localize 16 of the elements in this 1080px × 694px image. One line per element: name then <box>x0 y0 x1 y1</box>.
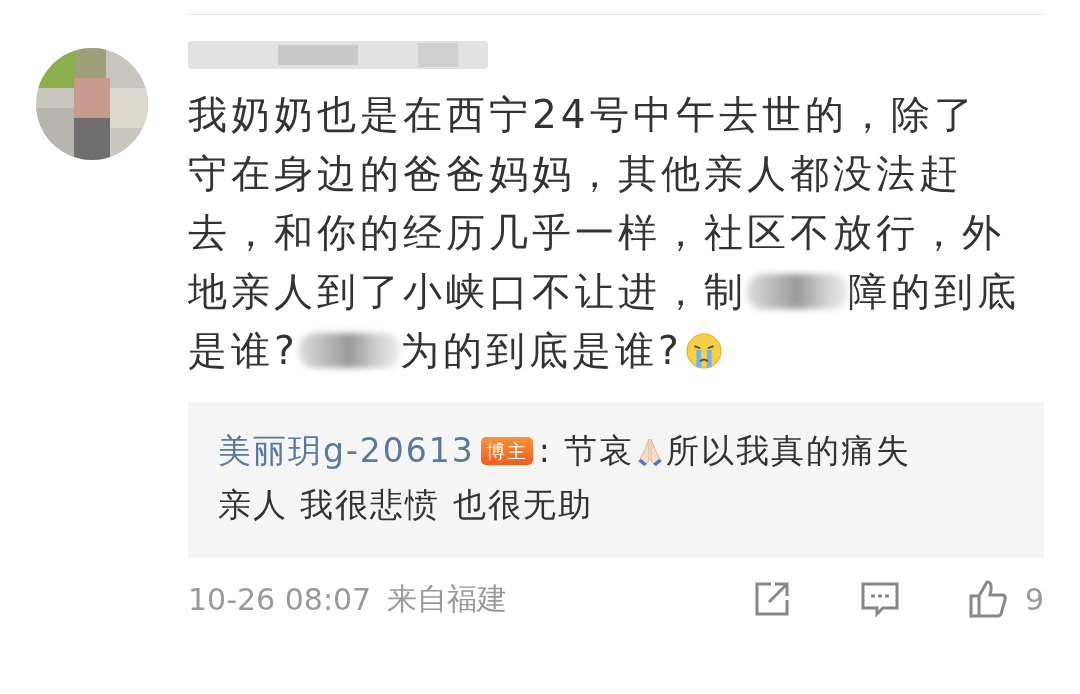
crying-face-icon <box>684 331 723 370</box>
comment-text: 为的到底是谁? <box>400 327 683 375</box>
comment-time: 10-26 08:07 <box>188 581 372 617</box>
reply-author[interactable]: 美丽玥g-20613 <box>218 424 475 478</box>
reply-text: 亲人 我很悲愤 也很无助 <box>218 484 593 526</box>
comment-text: 守在身边的爸爸妈妈，其他亲人都没法赶 <box>188 150 962 198</box>
comment-location: 来自福建 <box>387 579 508 618</box>
like-count: 9 <box>1024 581 1044 617</box>
comment-text: 障的到底 <box>848 268 1021 316</box>
author-badge: 博主 <box>480 437 533 465</box>
comment-text: 是谁? <box>188 327 299 375</box>
comment-text: 地亲人到了小峡口不让进，制 <box>188 268 747 316</box>
reply-text: : 节哀 <box>538 430 635 472</box>
comment-text: 去，和你的经历几乎一样，社区不放行，外 <box>188 209 1005 257</box>
reply-text: 所以我真的痛失 <box>666 430 912 472</box>
comment-text: 我奶奶也是在西宁24号中午去世的，除了 <box>188 91 977 139</box>
